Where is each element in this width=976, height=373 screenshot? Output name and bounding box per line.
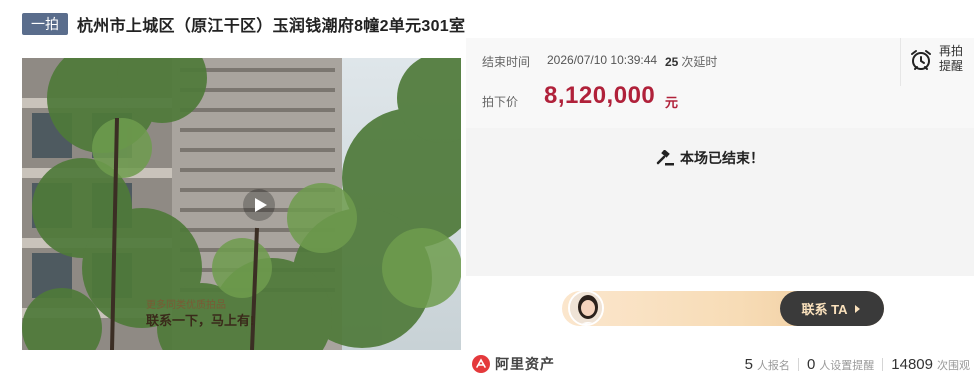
round-badge: 一拍 (22, 13, 68, 35)
alarm-clock-icon (911, 50, 931, 70)
signup-label: 人报名 (756, 359, 790, 372)
caret-right-icon (855, 304, 861, 313)
brand-name: 阿里资产 (495, 356, 555, 372)
auction-stats: 5 人报名 0 人设置提醒 14809 次围观 (745, 356, 970, 373)
stats-divider (882, 358, 884, 371)
price-label: 拍下价 (482, 95, 519, 109)
contact-agent-label: 联系 TA (801, 302, 848, 317)
auction-status: 本场已结束！ (656, 148, 764, 168)
delay-count-number: 25 (665, 55, 679, 69)
view-label: 次围观 (937, 359, 970, 372)
promo-line-2: 联系一下，马上有! (146, 313, 255, 328)
auction-info-panel: 结束时间 2026/07/10 10:39:44 25 次延时 拍下价 8,120… (466, 38, 974, 128)
auction-status-area: 本场已结束！ (466, 128, 974, 276)
price-unit: 元 (665, 95, 679, 110)
delay-count: 25 次延时 (665, 53, 717, 70)
page-title: 杭州市上城区（原江干区）玉润钱潮府8幢2单元301室 (77, 18, 466, 35)
property-photo[interactable] (22, 58, 461, 350)
reminder-count: 0 (806, 356, 816, 373)
reauction-reminder-label: 再拍提醒 (939, 44, 964, 73)
stats-divider (797, 358, 799, 371)
ali-asset-logo-icon (472, 355, 490, 373)
end-time-label: 结束时间 (482, 55, 531, 69)
signup-count: 5 (744, 356, 753, 373)
promo-line-1: 更多同类优质拍品 (146, 300, 226, 311)
gavel-icon (656, 150, 674, 166)
final-price: 8,120,000 (544, 82, 656, 109)
brand-logo[interactable]: 阿里资产 (472, 354, 555, 373)
reauction-reminder-button[interactable]: 再拍提醒 (900, 38, 974, 86)
end-time-value: 2026/07/10 10:39:44 (547, 53, 658, 67)
reminder-label: 人设置提醒 (819, 359, 875, 372)
title-row: 一拍 杭州市上城区（原江干区）玉润钱潮府8幢2单元301室 (22, 12, 465, 36)
delay-count-label: 次延时 (681, 55, 718, 69)
play-icon[interactable] (242, 188, 276, 222)
view-count: 14809 (891, 356, 933, 373)
auction-status-text: 本场已结束！ (680, 150, 764, 166)
agent-avatar (568, 290, 604, 326)
contact-agent-button[interactable]: 联系 TA (780, 291, 884, 326)
promo-section: 联系 TA (466, 282, 974, 338)
